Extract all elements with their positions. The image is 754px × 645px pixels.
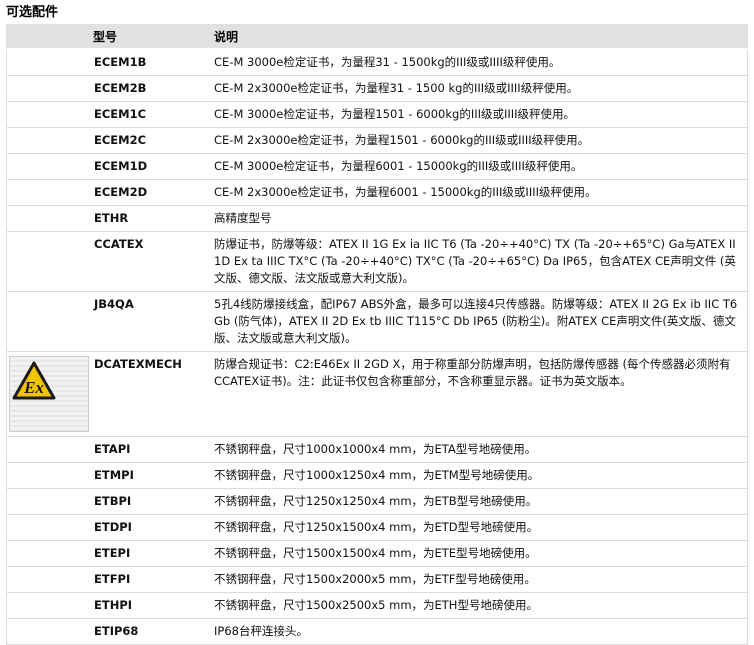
row-code: ECEM1D xyxy=(91,154,214,180)
row-description: CE-M 3000e检定证书，为量程31 - 1500kg的III级或IIII级… xyxy=(214,50,748,76)
row-description: 不锈钢秤盘，尺寸1500x2500x5 mm，为ETH型号地磅使用。 xyxy=(214,593,748,619)
row-icon-cell xyxy=(6,50,91,76)
table-row: ETBPI 不锈钢秤盘，尺寸1250x1250x4 mm，为ETB型号地磅使用。 xyxy=(6,489,748,515)
row-icon-cell xyxy=(6,593,91,619)
table-row: JB4QA 5孔4线防爆接线盒，配IP67 ABS外盒，最多可以连接4只传感器。… xyxy=(6,292,748,352)
row-icon-cell xyxy=(6,437,91,463)
row-icon-cell xyxy=(6,76,91,102)
row-description: 不锈钢秤盘，尺寸1500x2000x5 mm，为ETF型号地磅使用。 xyxy=(214,567,748,593)
row-code: ECEM2B xyxy=(91,76,214,102)
row-icon-cell xyxy=(6,292,91,352)
row-icon-cell xyxy=(6,232,91,292)
row-code: DCATEXMECH xyxy=(91,352,214,437)
row-code: ETMPI xyxy=(91,463,214,489)
table-row: ETMPI 不锈钢秤盘，尺寸1000x1250x4 mm，为ETM型号地磅使用。 xyxy=(6,463,748,489)
row-icon-cell xyxy=(6,463,91,489)
header-description: 说明 xyxy=(214,24,748,50)
row-icon-cell xyxy=(6,154,91,180)
table-row: ECEM2C CE-M 2x3000e检定证书，为量程1501 - 6000kg… xyxy=(6,128,748,154)
table-row: ECEM2D CE-M 2x3000e检定证书，为量程6001 - 15000k… xyxy=(6,180,748,206)
row-icon-cell xyxy=(6,128,91,154)
row-description: CE-M 3000e检定证书，为量程6001 - 15000kg的III级或II… xyxy=(214,154,748,180)
row-description: 高精度型号 xyxy=(214,206,748,232)
row-code: ETDPI xyxy=(91,515,214,541)
row-description: CE-M 2x3000e检定证书，为量程31 - 1500 kg的III级或II… xyxy=(214,76,748,102)
row-description: 5孔4线防爆接线盒，配IP67 ABS外盒，最多可以连接4只传感器。防爆等级：A… xyxy=(214,292,748,352)
row-icon-cell xyxy=(6,180,91,206)
table-row: ECEM1B CE-M 3000e检定证书，为量程31 - 1500kg的III… xyxy=(6,50,748,76)
row-icon-cell xyxy=(6,102,91,128)
row-icon-cell xyxy=(6,206,91,232)
table-row: ETHPI 不锈钢秤盘，尺寸1500x2500x5 mm，为ETH型号地磅使用。 xyxy=(6,593,748,619)
row-code: ETAPI xyxy=(91,437,214,463)
row-icon-cell xyxy=(6,515,91,541)
section-title: 可选配件 xyxy=(6,5,59,20)
row-description: IP68台秤连接头。 xyxy=(214,619,748,645)
table-row: ETDPI 不锈钢秤盘，尺寸1250x1500x4 mm，为ETD型号地磅使用。 xyxy=(6,515,748,541)
row-description: CE-M 3000e检定证书，为量程1501 - 6000kg的III级或III… xyxy=(214,102,748,128)
row-description: 防爆证书，防爆等级：ATEX II 1G Ex ia IIC T6 (Ta -2… xyxy=(214,232,748,292)
row-code: JB4QA xyxy=(91,292,214,352)
table-header-row: 型号 说明 xyxy=(6,24,748,50)
table-row: ECEM1D CE-M 3000e检定证书，为量程6001 - 15000kg的… xyxy=(6,154,748,180)
table-row: ETHR 高精度型号 xyxy=(6,206,748,232)
accessories-table: 型号 说明 ECEM1B CE-M 3000e检定证书，为量程31 - 1500… xyxy=(6,24,748,645)
accessories-section: 可选配件 型号 说明 ECEM1B CE-M 3000e检定证书，为量程31 -… xyxy=(4,2,750,645)
row-code: ECEM1B xyxy=(91,50,214,76)
table-row: ETIP68 IP68台秤连接头。 xyxy=(6,619,748,645)
table-row: ECEM1C CE-M 3000e检定证书，为量程1501 - 6000kg的I… xyxy=(6,102,748,128)
ex-atex-certificate-icon: Ex xyxy=(12,361,56,400)
row-code: ECEM2C xyxy=(91,128,214,154)
row-icon-cell xyxy=(6,541,91,567)
row-description: 防爆合规证书：C2:E46Ex II 2GD X，用于称重部分防爆声明，包括防爆… xyxy=(214,352,748,437)
row-description: CE-M 2x3000e检定证书，为量程1501 - 6000kg的III级或I… xyxy=(214,128,748,154)
table-row: ECEM2B CE-M 2x3000e检定证书，为量程31 - 1500 kg的… xyxy=(6,76,748,102)
table-row: ETEPI 不锈钢秤盘，尺寸1500x1500x4 mm，为ETE型号地磅使用。 xyxy=(6,541,748,567)
table-row: CCATEX 防爆证书，防爆等级：ATEX II 1G Ex ia IIC T6… xyxy=(6,232,748,292)
row-code: ETHR xyxy=(91,206,214,232)
header-model: 型号 xyxy=(6,24,214,50)
row-code: ETEPI xyxy=(91,541,214,567)
row-code: ECEM2D xyxy=(91,180,214,206)
row-code: ETBPI xyxy=(91,489,214,515)
row-icon-cell xyxy=(6,619,91,645)
table-row: ETAPI 不锈钢秤盘，尺寸1000x1000x4 mm，为ETA型号地磅使用。 xyxy=(6,437,748,463)
row-description: 不锈钢秤盘，尺寸1000x1250x4 mm，为ETM型号地磅使用。 xyxy=(214,463,748,489)
table-body: ECEM1B CE-M 3000e检定证书，为量程31 - 1500kg的III… xyxy=(6,50,748,645)
row-description: 不锈钢秤盘，尺寸1250x1500x4 mm，为ETD型号地磅使用。 xyxy=(214,515,748,541)
atex-certificate-image: Ex xyxy=(9,356,89,432)
table-row: Ex DCATEXMECH 防爆合规证书：C2:E46Ex II 2GD X，用… xyxy=(6,352,748,437)
row-code: ETHPI xyxy=(91,593,214,619)
row-code: ETIP68 xyxy=(91,619,214,645)
row-description: 不锈钢秤盘，尺寸1500x1500x4 mm，为ETE型号地磅使用。 xyxy=(214,541,748,567)
row-icon-cell xyxy=(6,489,91,515)
svg-text:Ex: Ex xyxy=(23,378,44,397)
row-code: CCATEX xyxy=(91,232,214,292)
row-icon-cell xyxy=(6,567,91,593)
row-code: ETFPI xyxy=(91,567,214,593)
row-description: 不锈钢秤盘，尺寸1250x1250x4 mm，为ETB型号地磅使用。 xyxy=(214,489,748,515)
row-description: 不锈钢秤盘，尺寸1000x1000x4 mm，为ETA型号地磅使用。 xyxy=(214,437,748,463)
table-row: ETFPI 不锈钢秤盘，尺寸1500x2000x5 mm，为ETF型号地磅使用。 xyxy=(6,567,748,593)
row-code: ECEM1C xyxy=(91,102,214,128)
row-description: CE-M 2x3000e检定证书，为量程6001 - 15000kg的III级或… xyxy=(214,180,748,206)
row-icon-cell: Ex xyxy=(6,352,91,437)
